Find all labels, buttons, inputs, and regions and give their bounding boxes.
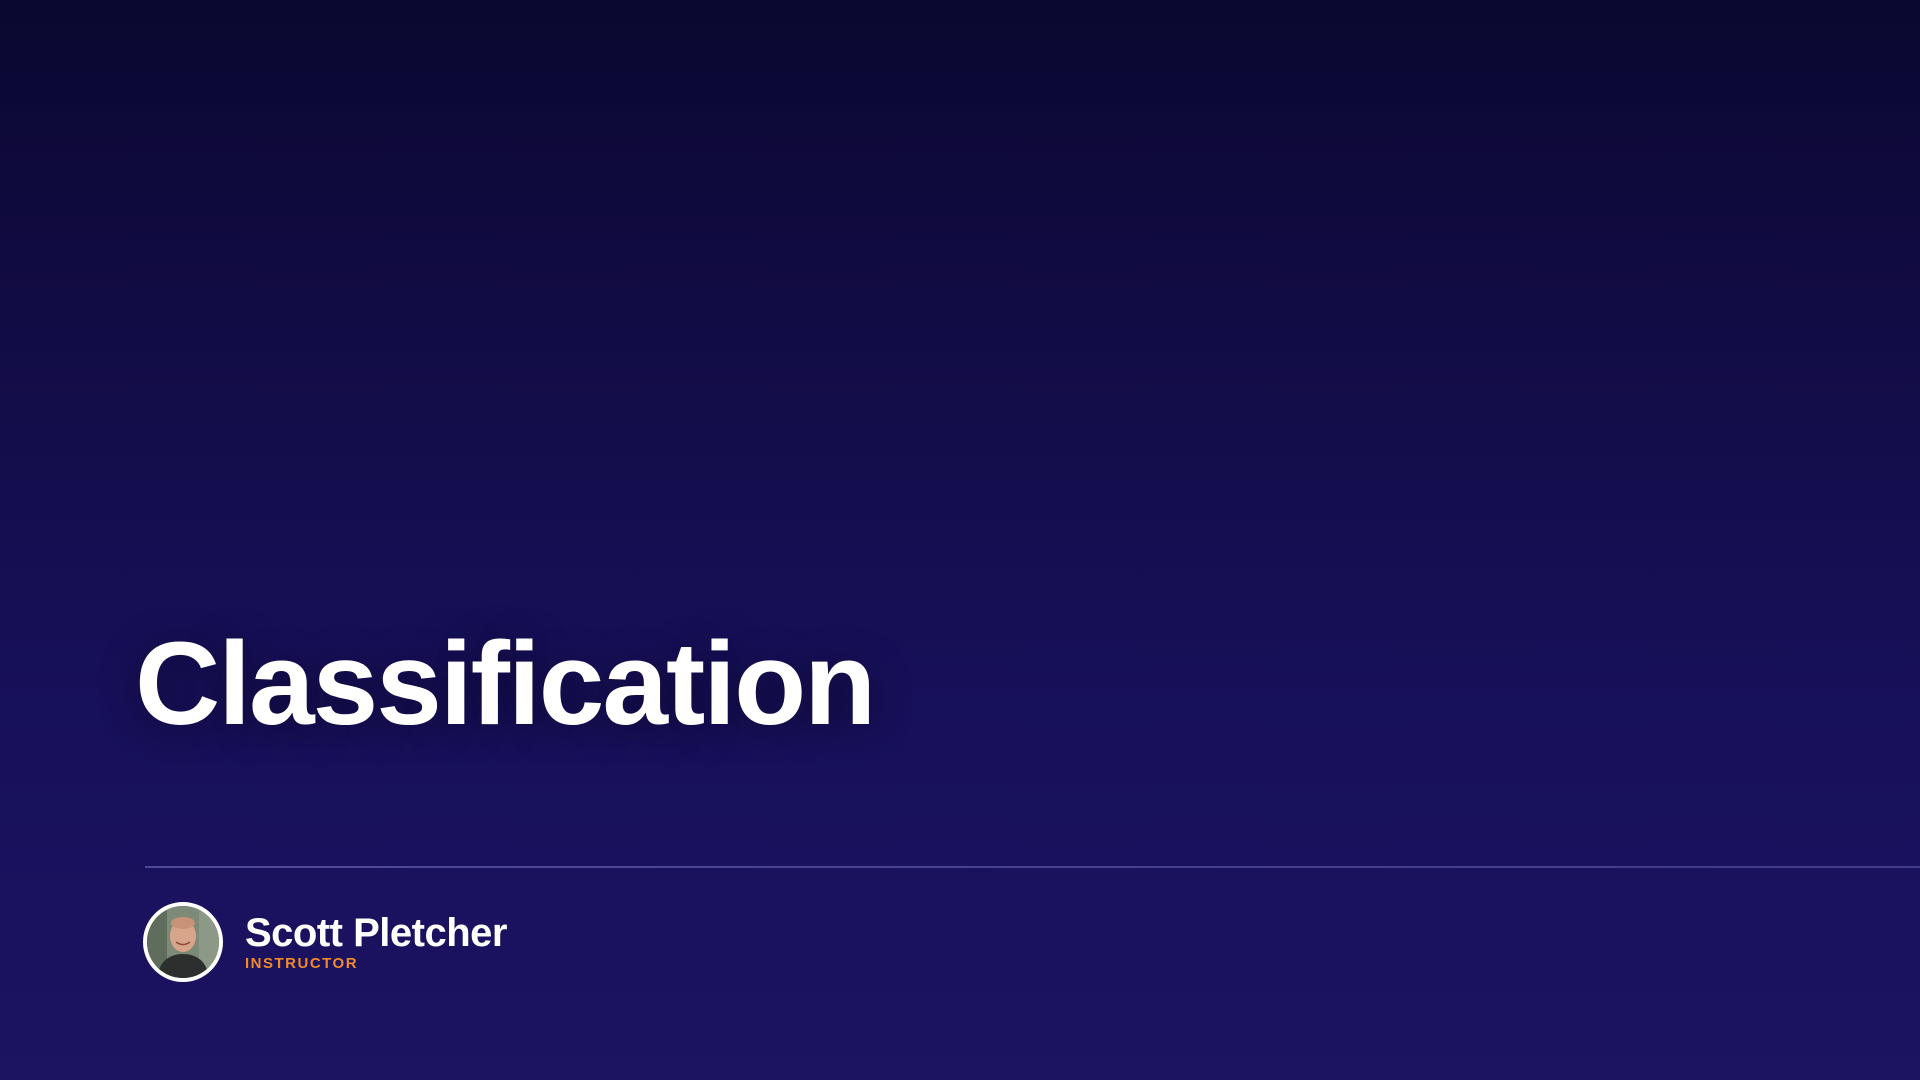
slide: { "slide": { "title": "Classification" }… bbox=[0, 0, 1920, 1080]
presenter-name: Scott Pletcher bbox=[245, 911, 507, 955]
presenter-card: Scott Pletcher INSTRUCTOR bbox=[143, 902, 507, 982]
slide-title: Classification bbox=[135, 618, 876, 750]
divider-line bbox=[145, 866, 1920, 868]
avatar bbox=[143, 902, 223, 982]
presenter-role: INSTRUCTOR bbox=[245, 955, 359, 972]
person-photo-icon bbox=[147, 906, 219, 978]
presenter-info: Scott Pletcher INSTRUCTOR bbox=[245, 911, 507, 973]
